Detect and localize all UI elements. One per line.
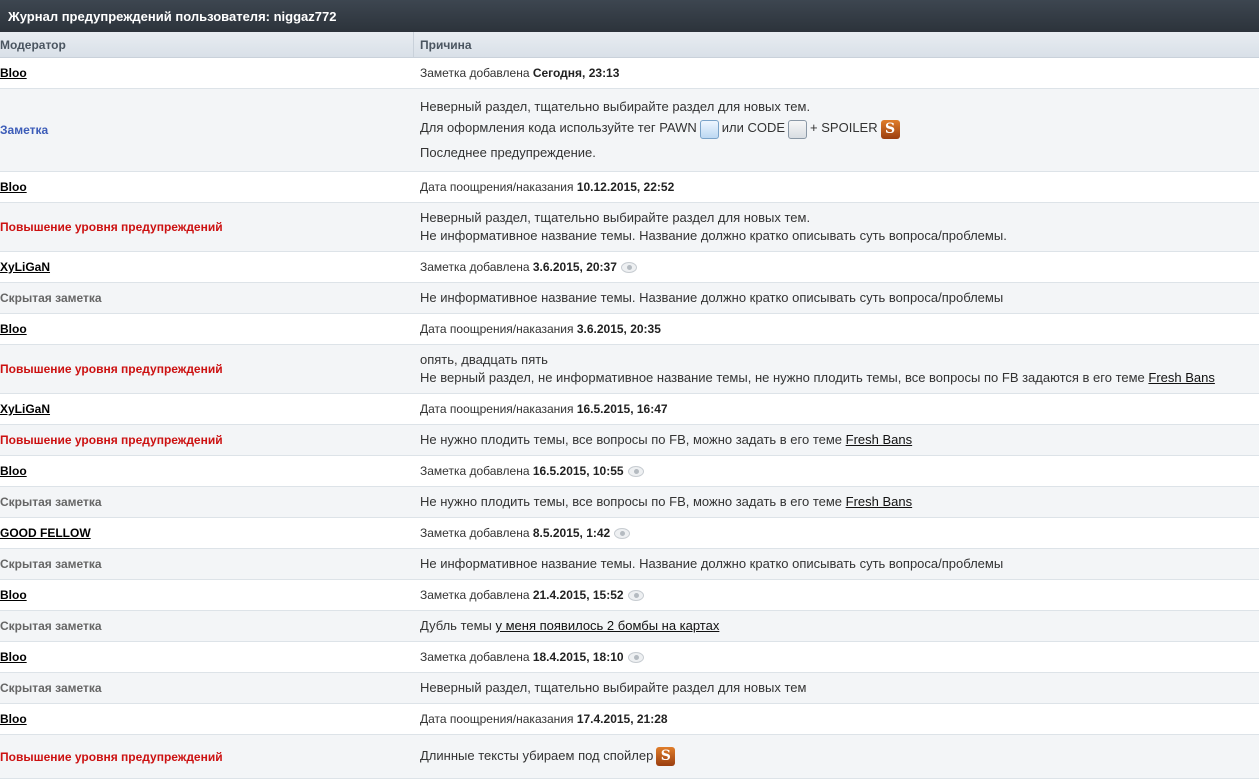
moderator-link[interactable]: GOOD FELLOW [0, 526, 91, 540]
topic-link[interactable]: Fresh Bans [846, 494, 912, 509]
topic-link[interactable]: у меня появилось 2 бомбы на картах [496, 618, 720, 633]
warning-level-label: Повышение уровня предупреждений [0, 362, 223, 376]
table-header: Модератор Причина [0, 32, 1259, 58]
moderator-link[interactable]: Bloo [0, 66, 27, 80]
reason-text: Заметка добавлена [420, 66, 533, 80]
code-icon [788, 119, 808, 139]
table-row: Bloo Заметка добавлена Сегодня, 23:13 [0, 58, 1259, 89]
reason-text: Заметка добавлена [420, 260, 533, 274]
reason-line: Длинные тексты убираем под спойлер [420, 747, 654, 763]
table-row: Повышение уровня предупреждений Неверный… [0, 203, 1259, 252]
table-row: Повышение уровня предупреждений Не нужно… [0, 425, 1259, 456]
table-row: Скрытая заметка Не информативное названи… [0, 283, 1259, 314]
table-row: Заметка Неверный раздел, тщательно выбир… [0, 89, 1259, 172]
reason-line: Последнее предупреждение. [420, 144, 596, 160]
reason-text: Заметка добавлена [420, 464, 533, 478]
date-text: 8.5.2015, 1:42 [532, 526, 611, 540]
table-row: Повышение уровня предупреждений опять, д… [0, 345, 1259, 394]
eye-icon[interactable] [627, 590, 644, 602]
moderator-link[interactable]: XyLiGaN [0, 260, 50, 274]
spoiler-icon: S [880, 119, 900, 139]
hidden-note-label: Скрытая заметка [0, 681, 102, 695]
moderator-link[interactable]: Bloo [0, 180, 27, 194]
date-text: 3.6.2015, 20:35 [576, 322, 661, 336]
eye-icon[interactable] [627, 652, 644, 664]
table-row: GOOD FELLOW Заметка добавлена 8.5.2015, … [0, 518, 1259, 549]
date-text: 17.4.2015, 21:28 [576, 712, 668, 726]
reason-text: Дата поощрения/наказания [420, 322, 577, 336]
table-row: Повышение уровня предупреждений Длинные … [0, 735, 1259, 779]
hidden-note-label: Скрытая заметка [0, 619, 102, 633]
moderator-link[interactable]: Bloo [0, 712, 27, 726]
column-header-reason: Причина [420, 37, 472, 52]
table-row: Скрытая заметка Неверный раздел, тщатель… [0, 673, 1259, 704]
table-row: Bloo Заметка добавлена 18.4.2015, 18:10 [0, 642, 1259, 673]
moderator-link[interactable]: Bloo [0, 464, 27, 478]
reason-text: Дата поощрения/наказания [420, 402, 577, 416]
table-row: Bloo Заметка добавлена 21.4.2015, 15:52 [0, 580, 1259, 611]
date-text: 21.4.2015, 15:52 [532, 588, 624, 602]
pawn-icon [699, 119, 719, 139]
reason-line: Не верный раздел, не информативное назва… [420, 370, 1149, 385]
reason-line: Не информативное название темы. Название… [420, 556, 1004, 571]
column-header-moderator: Модератор [0, 32, 414, 57]
table-row: Скрытая заметка Дубль темы у меня появил… [0, 611, 1259, 642]
warning-level-label: Повышение уровня предупреждений [0, 433, 223, 447]
warning-level-label: Повышение уровня предупреждений [0, 220, 223, 234]
table-row: Скрытая заметка Не нужно плодить темы, в… [0, 487, 1259, 518]
eye-icon[interactable] [627, 466, 644, 478]
moderator-link[interactable]: XyLiGaN [0, 402, 50, 416]
reason-text: Дата поощрения/наказания [420, 180, 577, 194]
hidden-note-label: Скрытая заметка [0, 495, 102, 509]
moderator-link[interactable]: Bloo [0, 322, 27, 336]
date-text: 10.12.2015, 22:52 [576, 180, 675, 194]
eye-icon[interactable] [620, 262, 637, 274]
table-row: XyLiGaN Заметка добавлена 3.6.2015, 20:3… [0, 252, 1259, 283]
reason-line: Дубль темы [420, 618, 496, 633]
reason-line: Неверный раздел, тщательно выбирайте раз… [420, 99, 811, 115]
spoiler-icon: S [656, 747, 676, 767]
reason-line: + SPOILER [810, 120, 878, 136]
reason-line: Неверный раздел, тщательно выбирайте раз… [420, 210, 811, 225]
reason-line: Не нужно плодить темы, все вопросы по FB… [420, 432, 846, 447]
date-text: Сегодня, 23:13 [532, 66, 620, 80]
reason-text: Заметка добавлена [420, 650, 533, 664]
table-row: Bloo Дата поощрения/наказания 10.12.2015… [0, 172, 1259, 203]
moderator-link[interactable]: Bloo [0, 588, 27, 602]
hidden-note-label: Скрытая заметка [0, 291, 102, 305]
topic-link[interactable]: Fresh Bans [1148, 370, 1214, 385]
page-title: Журнал предупреждений пользователя: nigg… [0, 0, 1259, 32]
table-row: XyLiGaN Дата поощрения/наказания 16.5.20… [0, 394, 1259, 425]
date-text: 3.6.2015, 20:37 [532, 260, 617, 274]
table-row: Bloo Дата поощрения/наказания 17.4.2015,… [0, 704, 1259, 735]
eye-icon[interactable] [614, 528, 631, 540]
reason-text: Заметка добавлена [420, 588, 533, 602]
reason-line: или CODE [721, 120, 786, 136]
note-label: Заметка [0, 123, 49, 137]
topic-link[interactable]: Fresh Bans [846, 432, 912, 447]
table-row: Скрытая заметка Не информативное названи… [0, 549, 1259, 580]
date-text: 16.5.2015, 10:55 [532, 464, 624, 478]
table-row: Bloo Заметка добавлена 16.5.2015, 10:55 [0, 456, 1259, 487]
reason-line: опять, двадцать пять [420, 352, 548, 367]
reason-text: Дата поощрения/наказания [420, 712, 577, 726]
date-text: 18.4.2015, 18:10 [532, 650, 624, 664]
reason-text: Заметка добавлена [420, 526, 533, 540]
table-row: Bloo Дата поощрения/наказания 3.6.2015, … [0, 314, 1259, 345]
reason-line: Не информативное название темы. Название… [420, 228, 1007, 243]
reason-line: Не нужно плодить темы, все вопросы по FB… [420, 494, 846, 509]
reason-line: Не информативное название темы. Название… [420, 290, 1004, 305]
date-text: 16.5.2015, 16:47 [576, 402, 668, 416]
hidden-note-label: Скрытая заметка [0, 557, 102, 571]
reason-line: Для оформления кода используйте тег PAWN [420, 120, 697, 136]
reason-line: Неверный раздел, тщательно выбирайте раз… [420, 680, 807, 695]
moderator-link[interactable]: Bloo [0, 650, 27, 664]
warning-level-label: Повышение уровня предупреждений [0, 749, 223, 764]
